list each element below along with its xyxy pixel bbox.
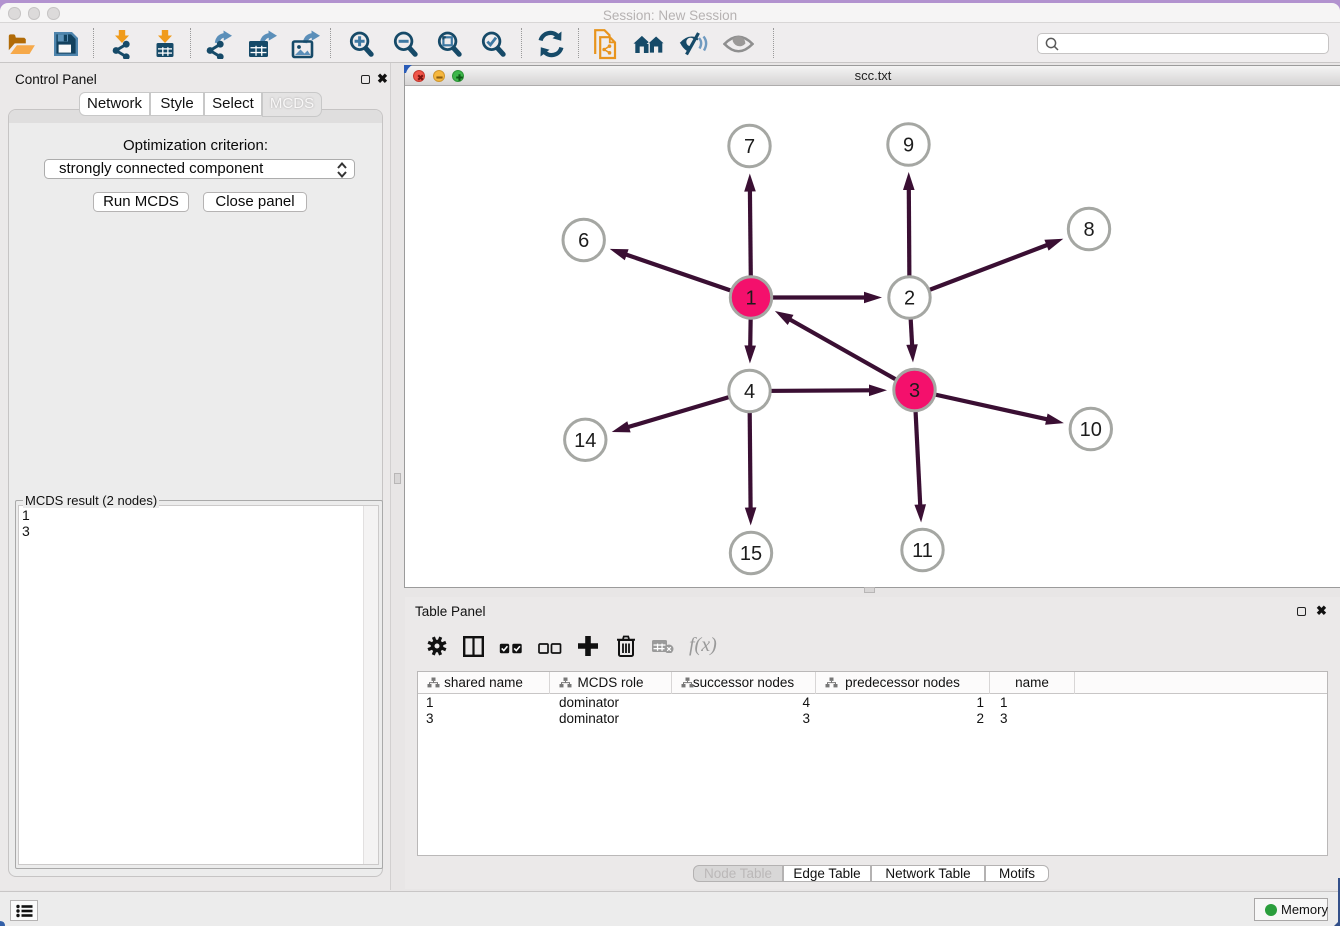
svg-text:1: 1 — [745, 287, 756, 309]
svg-text:9: 9 — [903, 134, 914, 156]
svg-text:6: 6 — [578, 230, 589, 252]
svg-text:10: 10 — [1080, 419, 1102, 441]
svg-text:15: 15 — [740, 543, 762, 565]
svg-text:7: 7 — [744, 136, 755, 158]
svg-text:2: 2 — [904, 287, 915, 309]
svg-text:14: 14 — [574, 429, 596, 451]
svg-text:8: 8 — [1083, 219, 1094, 241]
svg-text:11: 11 — [912, 540, 933, 562]
svg-text:4: 4 — [744, 381, 755, 403]
svg-text:3: 3 — [909, 380, 920, 402]
